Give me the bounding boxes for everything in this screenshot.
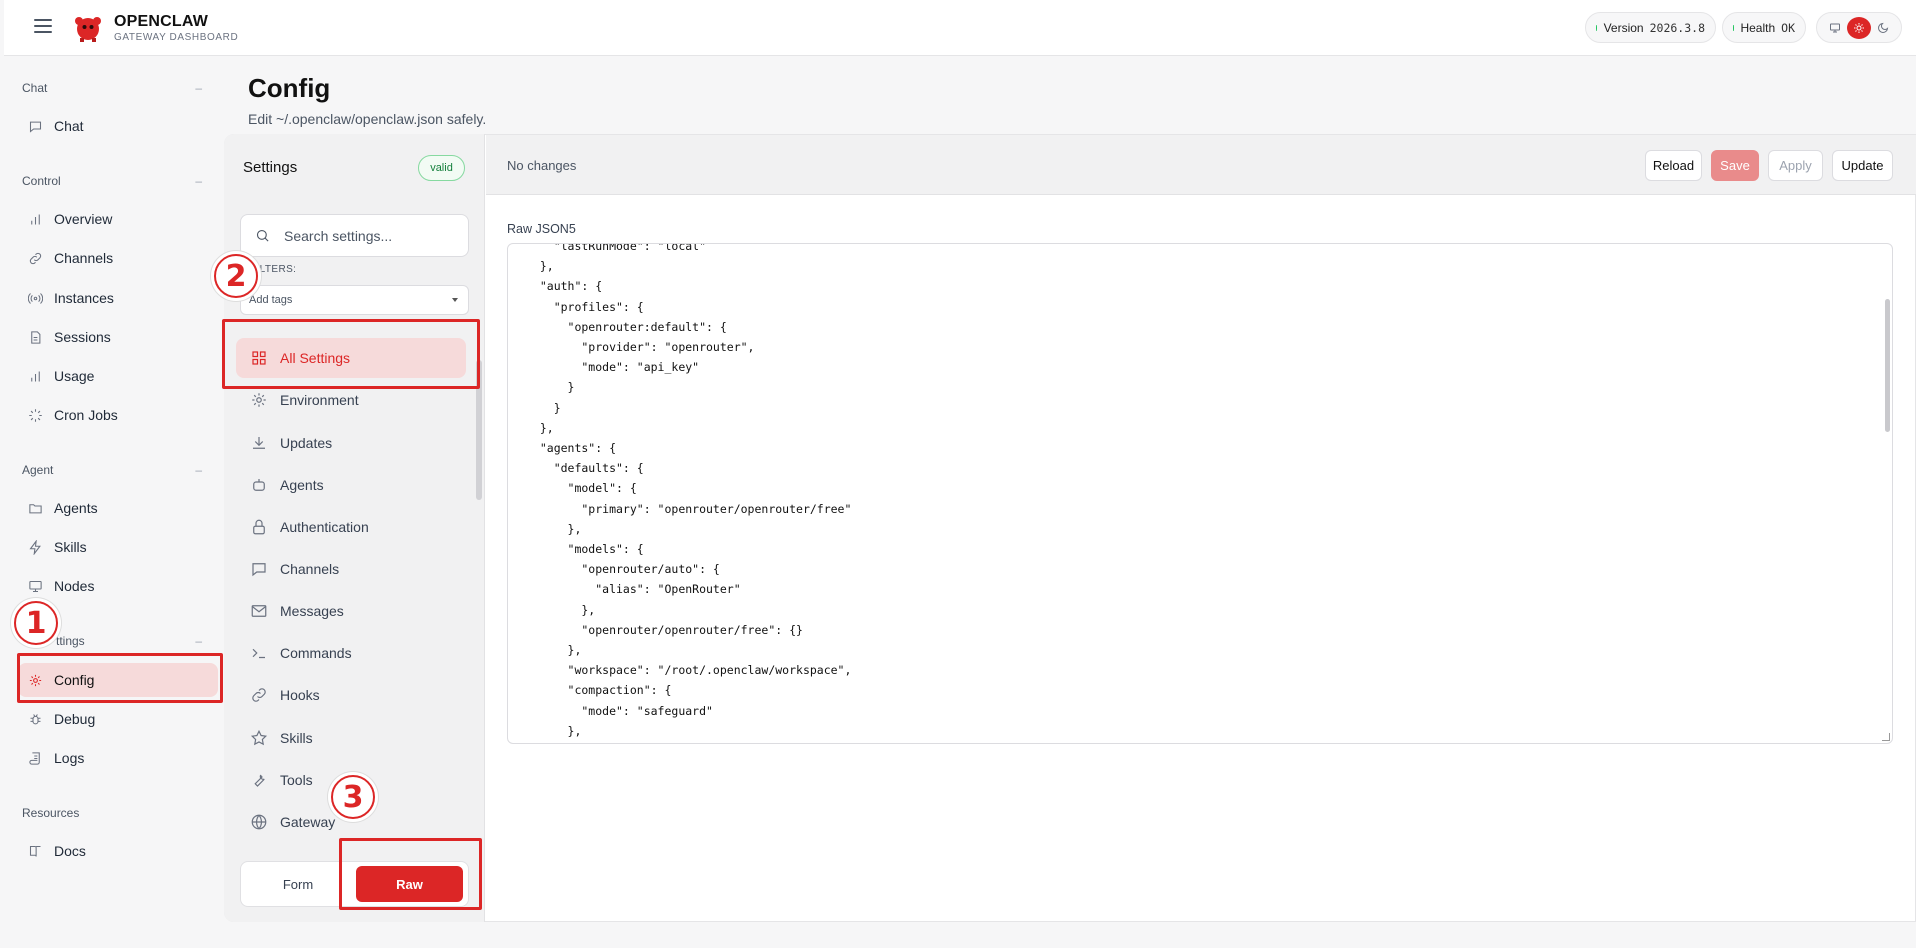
page-subtitle: Edit ~/.openclaw/openclaw.json safely. — [248, 111, 487, 127]
step-callout-3: 3 — [331, 775, 375, 819]
health-value: OK — [1781, 20, 1795, 35]
download-icon — [253, 437, 265, 449]
apply-button[interactable]: Apply — [1768, 150, 1823, 181]
openclaw-logo-icon — [75, 17, 101, 42]
step-callout-1: 1 — [14, 601, 58, 645]
category-hooks[interactable]: Hooks — [236, 675, 466, 715]
scroll-icon — [29, 751, 40, 765]
link-icon — [252, 688, 266, 702]
editor-scrollbar[interactable] — [1885, 299, 1890, 432]
category-authentication[interactable]: Authentication — [236, 507, 466, 547]
reload-button[interactable]: Reload — [1645, 150, 1702, 181]
category-commands[interactable]: Commands — [236, 633, 466, 673]
tags-select[interactable]: Add tags — [240, 285, 469, 315]
raw-json-editor[interactable]: "lastRunMode": "local" }, "auth": { "pro… — [507, 243, 1893, 744]
sidebar-item-chat[interactable]: Chat — [18, 109, 218, 143]
sidebar-item-skills[interactable]: Skills — [18, 530, 218, 564]
settings-heading: Settings — [243, 159, 298, 176]
sidebar-item-sessions[interactable]: Sessions — [18, 320, 218, 354]
version-value: 2026.3.8 — [1649, 20, 1705, 35]
book-icon — [29, 845, 41, 857]
step-callout-2: 2 — [214, 254, 258, 298]
category-channels[interactable]: Channels — [236, 549, 466, 589]
health-label: Health — [1740, 20, 1776, 35]
top-bar: OPENCLAW GATEWAY DASHBOARD Version 2026.… — [4, 0, 1916, 56]
sidebar-item-channels[interactable]: Channels — [18, 241, 218, 275]
sidebar-item-debug[interactable]: Debug — [18, 702, 218, 736]
sidebar-item-nodes[interactable]: Nodes — [18, 569, 218, 603]
robot-icon — [253, 479, 265, 491]
dark-theme-icon[interactable] — [1871, 17, 1895, 39]
category-messages[interactable]: Messages — [236, 591, 466, 631]
category-scrollbar[interactable] — [476, 360, 482, 500]
search-icon — [256, 229, 269, 242]
sidebar-item-config[interactable]: Config — [18, 663, 218, 697]
category-environment[interactable]: Environment — [236, 380, 466, 420]
chat-icon — [252, 563, 266, 577]
document-icon — [31, 330, 41, 344]
save-button[interactable]: Save — [1711, 150, 1759, 181]
link-icon — [29, 252, 42, 264]
menu-icon[interactable] — [34, 19, 52, 35]
grid-icon — [252, 351, 266, 365]
terminal-icon — [252, 648, 265, 659]
mail-icon — [251, 605, 267, 617]
form-mode-button[interactable]: Form — [252, 866, 344, 902]
nav-group-control[interactable]: Control – — [22, 174, 202, 188]
status-dot-icon — [1596, 24, 1597, 31]
lightning-icon — [29, 539, 41, 555]
page-title: Config — [248, 73, 331, 103]
sidebar-item-agents[interactable]: Agents — [18, 491, 218, 525]
star-icon — [250, 729, 268, 746]
tags-placeholder: Add tags — [249, 294, 293, 306]
update-button[interactable]: Update — [1832, 150, 1893, 181]
raw-json-label: Raw JSON5 — [507, 222, 576, 236]
status-badge: valid — [418, 155, 465, 181]
theme-switcher — [1816, 12, 1902, 43]
raw-mode-button[interactable]: Raw — [356, 866, 463, 902]
nav-group-settings[interactable]: ttings – — [56, 634, 202, 648]
category-skills[interactable]: Skills — [236, 718, 466, 758]
light-theme-icon[interactable] — [1847, 16, 1871, 39]
gear-icon — [29, 674, 42, 686]
category-updates[interactable]: Updates — [236, 423, 466, 463]
sidebar-item-overview[interactable]: Overview — [18, 202, 218, 236]
change-status: No changes — [507, 158, 577, 173]
sidebar-item-cron-jobs[interactable]: Cron Jobs — [18, 398, 218, 432]
sidebar-item-usage[interactable]: Usage — [18, 359, 218, 393]
category-agents[interactable]: Agents — [236, 465, 466, 505]
version-pill: Version 2026.3.8 — [1585, 12, 1716, 43]
brand: OPENCLAW GATEWAY DASHBOARD — [114, 13, 238, 43]
chat-icon — [29, 121, 42, 133]
gear-icon — [252, 393, 266, 407]
wrench-icon — [254, 774, 265, 787]
lock-icon — [253, 519, 265, 535]
nav-group-resources[interactable]: Resources — [22, 806, 202, 820]
search-input[interactable] — [284, 227, 454, 244]
sidebar-item-logs[interactable]: Logs — [18, 741, 218, 775]
caret-down-icon — [452, 298, 458, 302]
folder-icon — [29, 503, 42, 513]
broadcast-icon — [28, 292, 43, 304]
resize-handle-icon[interactable] — [1882, 733, 1890, 741]
monitor-icon — [29, 580, 42, 592]
brand-subtitle: GATEWAY DASHBOARD — [114, 32, 239, 43]
system-theme-icon[interactable] — [1823, 17, 1847, 39]
nav-group-chat[interactable]: Chat – — [22, 81, 202, 95]
nav-group-agent[interactable]: Agent – — [22, 463, 202, 477]
code-content[interactable]: "lastRunMode": "local" }, "auth": { "pro… — [526, 244, 852, 741]
brand-name: OPENCLAW — [114, 13, 209, 30]
sidebar-item-docs[interactable]: Docs — [18, 834, 218, 868]
version-label: Version — [1603, 20, 1644, 35]
sidebar-item-instances[interactable]: Instances — [18, 281, 218, 315]
category-all-settings[interactable]: All Settings — [236, 338, 466, 378]
health-pill: Health OK — [1722, 12, 1806, 43]
bar-chart-icon — [31, 214, 40, 224]
loader-icon — [29, 408, 42, 422]
search-field[interactable] — [240, 214, 469, 257]
bug-icon — [30, 713, 41, 724]
globe-icon — [251, 814, 267, 830]
bar-chart-icon — [31, 371, 40, 381]
